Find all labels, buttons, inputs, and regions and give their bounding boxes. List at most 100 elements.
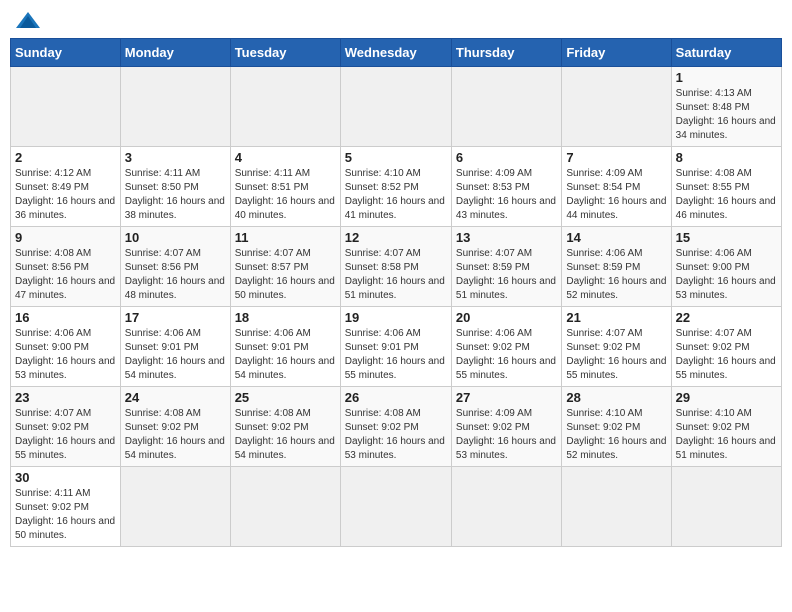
col-header-sunday: Sunday <box>11 39 121 67</box>
col-header-monday: Monday <box>120 39 230 67</box>
day-info: Sunrise: 4:06 AM Sunset: 9:00 PM Dayligh… <box>15 327 116 383</box>
calendar-week-4: 16 Sunrise: 4:06 AM Sunset: 9:00 PM Dayli… <box>11 307 782 387</box>
day-number: 1 <box>676 70 777 85</box>
calendar-cell: 16 Sunrise: 4:06 AM Sunset: 9:00 PM Dayli… <box>11 307 121 387</box>
calendar-cell <box>11 67 121 147</box>
calendar-cell: 9 Sunrise: 4:08 AM Sunset: 8:56 PM Daylig… <box>11 227 121 307</box>
day-info: Sunrise: 4:08 AM Sunset: 9:02 PM Dayligh… <box>235 407 336 463</box>
calendar-cell: 6 Sunrise: 4:09 AM Sunset: 8:53 PM Daylig… <box>451 147 561 227</box>
col-header-tuesday: Tuesday <box>230 39 340 67</box>
calendar-cell: 8 Sunrise: 4:08 AM Sunset: 8:55 PM Daylig… <box>671 147 781 227</box>
calendar-cell <box>451 467 561 547</box>
day-number: 2 <box>15 150 116 165</box>
day-info: Sunrise: 4:12 AM Sunset: 8:49 PM Dayligh… <box>15 167 116 223</box>
day-info: Sunrise: 4:07 AM Sunset: 9:02 PM Dayligh… <box>676 327 777 383</box>
day-number: 13 <box>456 230 557 245</box>
calendar-cell: 24Sunrise: 4:08 AM Sunset: 9:02 PM Dayli… <box>120 387 230 467</box>
day-info: Sunrise: 4:07 AM Sunset: 8:57 PM Dayligh… <box>235 247 336 303</box>
day-number: 11 <box>235 230 336 245</box>
calendar-cell: 13 Sunrise: 4:07 AM Sunset: 8:59 PM Dayli… <box>451 227 561 307</box>
day-info: Sunrise: 4:13 AM Sunset: 8:48 PM Dayligh… <box>676 87 777 143</box>
day-info: Sunrise: 4:09 AM Sunset: 8:53 PM Dayligh… <box>456 167 557 223</box>
calendar-cell: 17Sunrise: 4:06 AM Sunset: 9:01 PM Dayli… <box>120 307 230 387</box>
calendar-cell <box>120 467 230 547</box>
day-number: 20 <box>456 310 557 325</box>
day-info: Sunrise: 4:09 AM Sunset: 9:02 PM Dayligh… <box>456 407 557 463</box>
day-info: Sunrise: 4:07 AM Sunset: 8:59 PM Dayligh… <box>456 247 557 303</box>
col-header-friday: Friday <box>562 39 671 67</box>
day-number: 27 <box>456 390 557 405</box>
calendar-cell <box>562 467 671 547</box>
calendar-cell: 15 Sunrise: 4:06 AM Sunset: 9:00 PM Dayli… <box>671 227 781 307</box>
calendar-cell <box>562 67 671 147</box>
calendar-cell: 21 Sunrise: 4:07 AM Sunset: 9:02 PM Dayli… <box>562 307 671 387</box>
page-header <box>10 10 782 32</box>
calendar-cell <box>451 67 561 147</box>
day-info: Sunrise: 4:06 AM Sunset: 9:00 PM Dayligh… <box>676 247 777 303</box>
calendar-cell: 19 Sunrise: 4:06 AM Sunset: 9:01 PM Dayli… <box>340 307 451 387</box>
day-info: Sunrise: 4:08 AM Sunset: 8:56 PM Dayligh… <box>15 247 116 303</box>
day-number: 3 <box>125 150 226 165</box>
calendar-cell <box>120 67 230 147</box>
calendar-cell: 1 Sunrise: 4:13 AM Sunset: 8:48 PM Daylig… <box>671 67 781 147</box>
calendar-cell: 27 Sunrise: 4:09 AM Sunset: 9:02 PM Dayli… <box>451 387 561 467</box>
calendar-cell: 11 Sunrise: 4:07 AM Sunset: 8:57 PM Dayli… <box>230 227 340 307</box>
calendar-cell: 18Sunrise: 4:06 AM Sunset: 9:01 PM Dayli… <box>230 307 340 387</box>
day-number: 28 <box>566 390 666 405</box>
calendar-week-1: 1 Sunrise: 4:13 AM Sunset: 8:48 PM Daylig… <box>11 67 782 147</box>
day-info: Sunrise: 4:07 AM Sunset: 8:58 PM Dayligh… <box>345 247 447 303</box>
logo <box>14 10 46 32</box>
calendar-cell <box>340 467 451 547</box>
day-info: Sunrise: 4:11 AM Sunset: 8:50 PM Dayligh… <box>125 167 226 223</box>
day-number: 21 <box>566 310 666 325</box>
day-info: Sunrise: 4:08 AM Sunset: 9:02 PM Dayligh… <box>345 407 447 463</box>
day-number: 29 <box>676 390 777 405</box>
col-header-thursday: Thursday <box>451 39 561 67</box>
day-info: Sunrise: 4:10 AM Sunset: 9:02 PM Dayligh… <box>676 407 777 463</box>
day-number: 22 <box>676 310 777 325</box>
calendar-cell: 20Sunrise: 4:06 AM Sunset: 9:02 PM Dayli… <box>451 307 561 387</box>
day-number: 9 <box>15 230 116 245</box>
day-number: 15 <box>676 230 777 245</box>
calendar-cell: 25 Sunrise: 4:08 AM Sunset: 9:02 PM Dayli… <box>230 387 340 467</box>
col-header-saturday: Saturday <box>671 39 781 67</box>
day-info: Sunrise: 4:07 AM Sunset: 9:02 PM Dayligh… <box>566 327 666 383</box>
calendar-week-2: 2 Sunrise: 4:12 AM Sunset: 8:49 PM Daylig… <box>11 147 782 227</box>
calendar-cell: 5Sunrise: 4:10 AM Sunset: 8:52 PM Daylig… <box>340 147 451 227</box>
day-info: Sunrise: 4:11 AM Sunset: 9:02 PM Dayligh… <box>15 487 116 543</box>
calendar-cell: 28 Sunrise: 4:10 AM Sunset: 9:02 PM Dayli… <box>562 387 671 467</box>
day-number: 23 <box>15 390 116 405</box>
logo-icon <box>14 10 42 32</box>
calendar-cell: 26 Sunrise: 4:08 AM Sunset: 9:02 PM Dayli… <box>340 387 451 467</box>
calendar-cell: 2 Sunrise: 4:12 AM Sunset: 8:49 PM Daylig… <box>11 147 121 227</box>
day-number: 24 <box>125 390 226 405</box>
calendar-week-6: 30Sunrise: 4:11 AM Sunset: 9:02 PM Dayli… <box>11 467 782 547</box>
calendar-cell: 3 Sunrise: 4:11 AM Sunset: 8:50 PM Daylig… <box>120 147 230 227</box>
calendar-cell <box>671 467 781 547</box>
day-number: 8 <box>676 150 777 165</box>
day-number: 19 <box>345 310 447 325</box>
day-info: Sunrise: 4:06 AM Sunset: 9:01 PM Dayligh… <box>345 327 447 383</box>
day-info: Sunrise: 4:06 AM Sunset: 8:59 PM Dayligh… <box>566 247 666 303</box>
calendar-week-3: 9 Sunrise: 4:08 AM Sunset: 8:56 PM Daylig… <box>11 227 782 307</box>
calendar-header-row: SundayMondayTuesdayWednesdayThursdayFrid… <box>11 39 782 67</box>
day-info: Sunrise: 4:10 AM Sunset: 9:02 PM Dayligh… <box>566 407 666 463</box>
day-info: Sunrise: 4:06 AM Sunset: 9:01 PM Dayligh… <box>125 327 226 383</box>
calendar-cell: 10Sunrise: 4:07 AM Sunset: 8:56 PM Dayli… <box>120 227 230 307</box>
day-number: 26 <box>345 390 447 405</box>
day-info: Sunrise: 4:07 AM Sunset: 9:02 PM Dayligh… <box>15 407 116 463</box>
day-number: 12 <box>345 230 447 245</box>
day-info: Sunrise: 4:06 AM Sunset: 9:01 PM Dayligh… <box>235 327 336 383</box>
day-number: 25 <box>235 390 336 405</box>
day-info: Sunrise: 4:08 AM Sunset: 8:55 PM Dayligh… <box>676 167 777 223</box>
calendar-cell <box>230 67 340 147</box>
calendar-cell: 22 Sunrise: 4:07 AM Sunset: 9:02 PM Dayli… <box>671 307 781 387</box>
day-number: 6 <box>456 150 557 165</box>
day-number: 14 <box>566 230 666 245</box>
day-number: 5 <box>345 150 447 165</box>
calendar-cell <box>230 467 340 547</box>
calendar-week-5: 23 Sunrise: 4:07 AM Sunset: 9:02 PM Dayli… <box>11 387 782 467</box>
day-number: 16 <box>15 310 116 325</box>
calendar-cell: 23 Sunrise: 4:07 AM Sunset: 9:02 PM Dayli… <box>11 387 121 467</box>
calendar-cell: 7Sunrise: 4:09 AM Sunset: 8:54 PM Daylig… <box>562 147 671 227</box>
